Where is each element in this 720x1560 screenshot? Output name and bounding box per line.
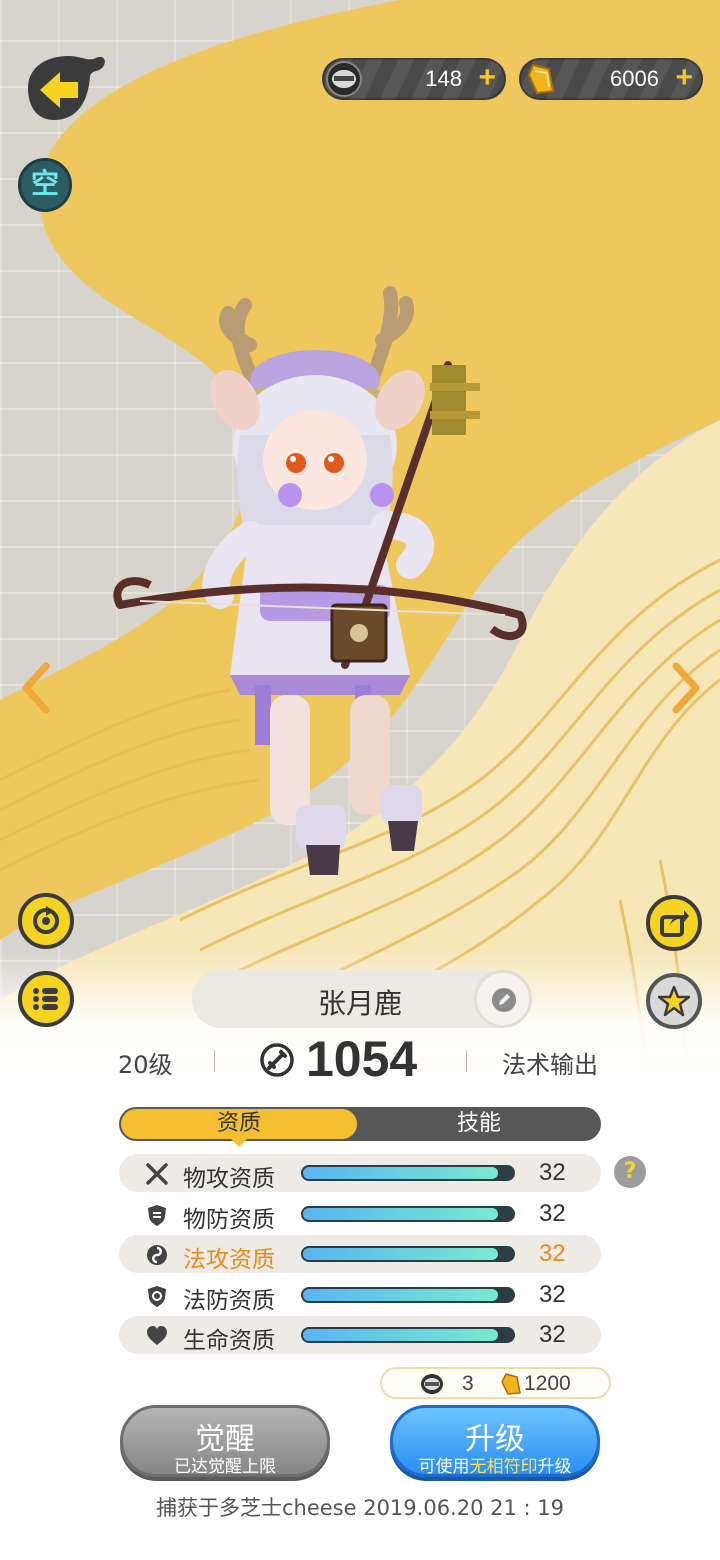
attribute-bar [301,1206,515,1222]
divider [214,1050,215,1072]
attribute-value: 32 [539,1281,566,1308]
attribute-bar-fill [303,1248,499,1260]
divider [466,1050,467,1072]
awaken-button[interactable]: 觉醒 已达觉醒上限 [120,1405,330,1477]
attribute-bar [301,1246,515,1262]
upgrade-subtitle-prefix: 可使用 [418,1457,470,1477]
attribute-bar-fill [303,1289,499,1301]
back-arrow-icon [28,56,105,120]
spirit-coin-count: 148 [425,66,462,91]
gold-ingot-icon [527,63,555,95]
heart-icon [147,1326,167,1345]
pet-character-model [113,286,527,875]
attribute-value: 32 [539,1321,566,1348]
attribute-bar-fill [303,1167,499,1179]
empty-status-badge[interactable]: 空 [18,158,72,212]
aptitude-help-button[interactable]: ? [614,1156,646,1188]
attribute-label: 法攻资质 [183,1247,275,1273]
attribute-bar-fill [303,1208,499,1220]
tab-skills[interactable]: 技能 [359,1109,599,1139]
magic-swirl-icon [147,1245,167,1265]
attribute-value: 32 [539,1200,566,1227]
awaken-button-subtitle: 已达觉醒上限 [174,1457,276,1477]
share-icon [660,910,689,937]
gold-cost: 1200 [524,1372,571,1395]
shield-icon [148,1205,166,1226]
back-button[interactable] [18,52,110,124]
details-list-button[interactable] [18,971,74,1027]
gold-ingot-icon [501,1373,521,1395]
attribute-bar [301,1327,515,1343]
pet-level: 20级 [118,1051,173,1079]
pet-name-pill: 张月鹿 [192,970,532,1028]
spirit-coin-cost: 3 [462,1372,474,1395]
list-icon [33,988,58,1010]
tab-aptitude[interactable]: 资质 [121,1109,357,1147]
attribute-row-health: 生命资质 32 [119,1316,601,1354]
gold-count: 6006 [610,66,659,91]
pencil-icon [492,988,516,1012]
tab-bar: 资质 技能 [119,1107,601,1147]
crossed-swords-icon [146,1163,168,1185]
previous-pet-arrow-icon[interactable] [16,660,56,716]
add-spirit-coin-button[interactable]: + [478,62,496,94]
attribute-bar [301,1165,515,1181]
capture-info: 捕获于多芝士cheese 2019.06.20 21 : 19 [155,1496,564,1520]
attribute-label: 法防资质 [183,1288,275,1314]
attribute-bar-fill [303,1329,499,1341]
attribute-value: 32 [539,1159,566,1186]
upgrade-subtitle-suffix: 升级 [537,1457,572,1477]
upgrade-cost: 3 1200 [380,1367,611,1399]
next-pet-arrow-icon[interactable] [666,660,706,716]
attribute-row-magic-defense: 法防资质 32 [119,1276,601,1314]
combat-power-value: 1054 [306,1031,418,1087]
attribute-label: 物攻资质 [183,1166,275,1192]
upgrade-button-subtitle: 可使用无相符印升级 [393,1452,597,1477]
rotate-view-button[interactable] [18,893,74,949]
favorite-button[interactable] [646,973,702,1029]
star-icon [658,985,690,1017]
upgrade-subtitle-item: 无相符印 [469,1457,538,1477]
attribute-row-magic-attack: 法攻资质 32 [119,1235,601,1273]
upgrade-button[interactable]: 升级 可使用无相符印升级 [390,1405,600,1477]
attribute-bar [301,1287,515,1303]
attribute-value: 32 [539,1240,566,1267]
currency-spirit-coin[interactable]: 148 + [322,58,506,100]
attribute-row-physical-attack: 物攻资质 32 [119,1154,601,1192]
attribute-row-physical-defense: 物防资质 32 [119,1195,601,1233]
magic-shield-icon [148,1286,166,1307]
attribute-label: 生命资质 [183,1328,275,1354]
attribute-label: 物防资质 [183,1207,275,1233]
add-gold-button[interactable]: + [675,62,693,94]
spirit-coin-icon [421,1374,443,1394]
pet-role: 法术输出 [502,1051,598,1079]
rename-button[interactable] [474,970,532,1028]
combat-power-icon [260,1043,294,1077]
spirit-coin-icon [326,61,362,97]
currency-gold[interactable]: 6006 + [519,58,703,100]
share-button[interactable] [646,895,702,951]
rotate-icon [33,906,59,934]
